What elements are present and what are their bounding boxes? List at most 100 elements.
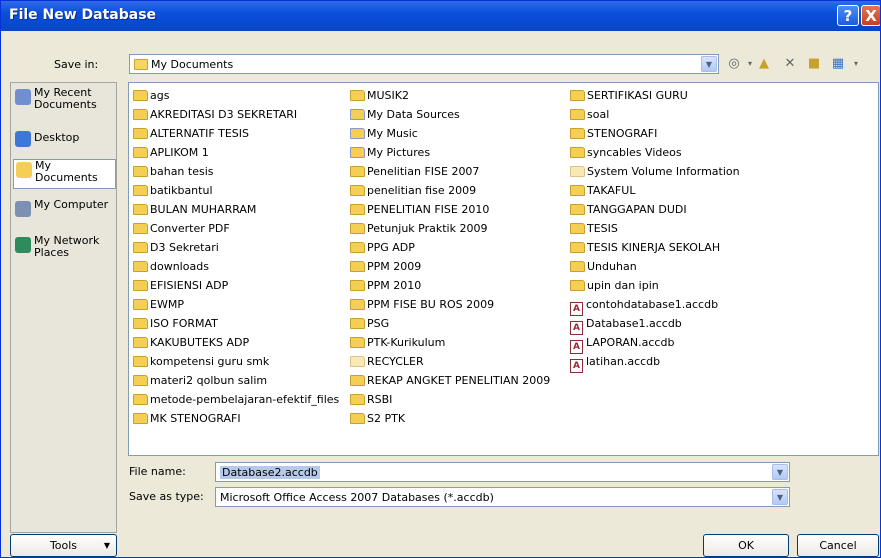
chevron-down-icon[interactable]: ▼ xyxy=(772,489,788,505)
save-in-dropdown[interactable]: My Documents ▼ xyxy=(129,54,719,74)
access-database-icon: A xyxy=(570,302,583,316)
list-item[interactable]: EFISIENSI ADP xyxy=(133,277,228,295)
close-button[interactable]: X xyxy=(861,5,880,26)
list-item[interactable]: A LAPORAN.accdb xyxy=(570,334,674,354)
list-item[interactable]: metode-pembelajaran-efektif_files xyxy=(133,391,339,409)
folder-icon xyxy=(350,242,365,253)
chevron-down-icon: ▼ xyxy=(103,541,110,550)
my-computer-icon xyxy=(15,201,31,217)
tools-button[interactable]: Tools ▼ xyxy=(10,534,117,557)
views-dropdown-icon[interactable]: ▾ xyxy=(847,55,865,73)
list-item[interactable]: soal xyxy=(570,106,609,124)
folder-icon xyxy=(350,318,365,329)
list-item[interactable]: D3 Sekretari xyxy=(133,239,219,257)
list-item[interactable]: ISO FORMAT xyxy=(133,315,218,333)
file-name-label: File name: xyxy=(129,465,186,478)
my-documents-icon xyxy=(16,162,32,178)
list-item-label: PTK-Kurikulum xyxy=(367,336,446,349)
folder-icon xyxy=(133,318,148,329)
list-item[interactable]: ags xyxy=(133,87,169,105)
chevron-down-icon[interactable]: ▼ xyxy=(772,464,788,480)
list-item[interactable]: PSG xyxy=(350,315,389,333)
list-item-label: latihan.accdb xyxy=(586,355,661,368)
recent-docs-icon xyxy=(15,89,31,105)
list-item[interactable]: materi2 qolbun salim xyxy=(133,372,267,390)
list-item[interactable]: AKREDITASI D3 SEKRETARI xyxy=(133,106,297,124)
list-item[interactable]: syncables Videos xyxy=(570,144,682,162)
save-as-type-dropdown[interactable]: Microsoft Office Access 2007 Databases (… xyxy=(215,487,790,507)
list-item[interactable]: TESIS xyxy=(570,220,618,238)
file-name-input[interactable]: Database2.accdb ▼ xyxy=(215,462,790,482)
list-item[interactable]: Acontohdatabase1.accdb xyxy=(570,296,718,316)
new-folder-icon[interactable]: ■ xyxy=(805,55,823,73)
views-icon[interactable]: ▦ xyxy=(829,55,847,73)
list-item[interactable]: APLIKOM 1 xyxy=(133,144,209,162)
ok-button[interactable]: OK xyxy=(703,534,789,557)
list-item[interactable]: Unduhan xyxy=(570,258,637,276)
place-my-documents[interactable]: My Documents xyxy=(13,159,116,189)
list-item[interactable]: PPM 2009 xyxy=(350,258,421,276)
list-item[interactable]: RSBI xyxy=(350,391,392,409)
list-item[interactable]: ALTERNATIF TESIS xyxy=(133,125,249,143)
list-item[interactable]: downloads xyxy=(133,258,209,276)
list-item-label: MK STENOGRAFI xyxy=(150,412,241,425)
list-item-label: PPM FISE BU ROS 2009 xyxy=(367,298,495,311)
place-desktop[interactable]: Desktop xyxy=(13,129,116,147)
folder-icon xyxy=(350,90,365,101)
place-my-computer[interactable]: My Computer xyxy=(13,199,116,229)
list-item[interactable]: upin dan ipin xyxy=(570,277,659,295)
folder-icon xyxy=(570,261,585,272)
list-item[interactable]: TANGGAPAN DUDI xyxy=(570,201,687,219)
list-item[interactable]: SERTIFIKASI GURU xyxy=(570,87,688,105)
list-item[interactable]: PENELITIAN FISE 2010 xyxy=(350,201,489,219)
list-item[interactable]: REKAP ANGKET PENELITIAN 2009 xyxy=(350,372,550,390)
list-item[interactable]: My Data Sources xyxy=(350,106,460,124)
list-item-label: EWMP xyxy=(150,298,184,311)
place-my-network-places[interactable]: My Network Places xyxy=(13,235,116,265)
title-bar[interactable]: File New Database ? X xyxy=(1,1,880,31)
help-button[interactable]: ? xyxy=(837,5,859,26)
place-my-recent-documents[interactable]: My Recent Documents xyxy=(13,87,116,117)
list-item-label: APLIKOM 1 xyxy=(150,146,209,159)
list-item[interactable]: MK STENOGRAFI xyxy=(133,410,241,428)
delete-icon[interactable]: ✕ xyxy=(781,55,799,73)
list-item[interactable]: batikbantul xyxy=(133,182,213,200)
list-item[interactable]: EWMP xyxy=(133,296,184,314)
list-item[interactable]: bahan tesis xyxy=(133,163,214,181)
up-folder-icon[interactable]: ▲ xyxy=(755,55,773,73)
list-item[interactable]: Penelitian FISE 2007 xyxy=(350,163,479,181)
file-list[interactable]: ags AKREDITASI D3 SEKRETARI ALTERNATIF TES… xyxy=(128,82,879,456)
dialog-title: File New Database xyxy=(9,7,157,23)
list-item-label: Petunjuk Praktik 2009 xyxy=(367,222,488,235)
list-item[interactable]: Alatihan.accdb xyxy=(570,353,661,373)
list-item[interactable]: kompetensi guru smk xyxy=(133,353,269,371)
list-item[interactable]: KAKUBUTEKS ADP xyxy=(133,334,249,352)
list-item[interactable]: penelitian fise 2009 xyxy=(350,182,476,200)
cancel-button[interactable]: Cancel xyxy=(797,534,879,557)
list-item[interactable]: S2 PTK xyxy=(350,410,405,428)
list-item[interactable]: STENOGRAFI xyxy=(570,125,657,143)
list-item[interactable]: A Database1.accdb xyxy=(570,315,682,335)
list-item-label: bahan tesis xyxy=(150,165,214,178)
list-item[interactable]: PPM 2010 xyxy=(350,277,421,295)
list-item[interactable]: RECYCLER xyxy=(350,353,424,371)
list-item[interactable]: Converter PDF xyxy=(133,220,230,238)
folder-icon xyxy=(133,394,148,405)
place-label: Desktop xyxy=(34,131,80,144)
list-item[interactable]: PPM FISE BU ROS 2009 xyxy=(350,296,494,314)
list-item[interactable]: TAKAFUL xyxy=(570,182,635,200)
list-item[interactable]: System Volume Information xyxy=(570,163,740,181)
list-item[interactable]: PPG ADP xyxy=(350,239,415,257)
list-item-label: SERTIFIKASI GURU xyxy=(587,89,688,102)
list-item[interactable]: BULAN MUHARRAM xyxy=(133,201,256,219)
list-item[interactable]: My Pictures xyxy=(350,144,430,162)
list-item-label: System Volume Information xyxy=(587,165,740,178)
chevron-down-icon[interactable]: ▼ xyxy=(701,56,717,72)
folder-icon xyxy=(133,166,148,177)
list-item[interactable]: Petunjuk Praktik 2009 xyxy=(350,220,487,238)
list-item[interactable]: My Music xyxy=(350,125,418,143)
list-item[interactable]: PTK-Kurikulum xyxy=(350,334,445,352)
list-item[interactable]: MUSIK2 xyxy=(350,87,409,105)
folder-icon xyxy=(350,375,365,386)
list-item[interactable]: TESIS KINERJA SEKOLAH xyxy=(570,239,720,257)
